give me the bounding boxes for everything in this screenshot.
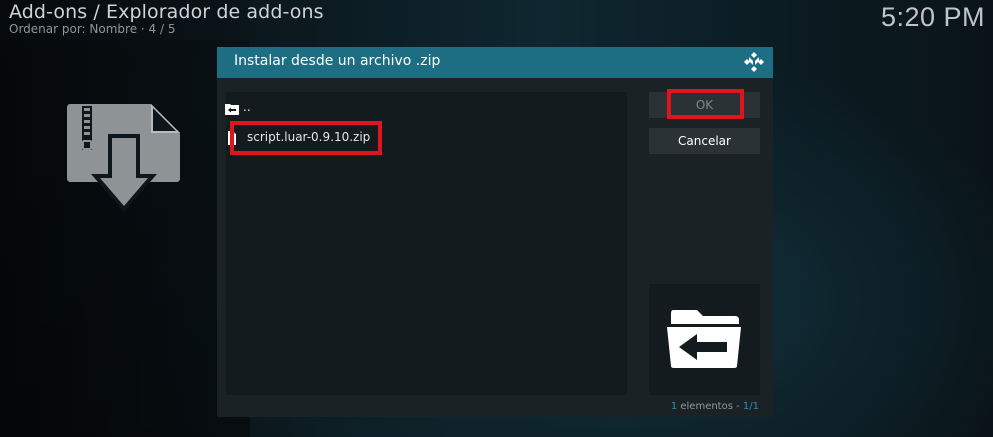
- background-left-panel: [0, 40, 250, 437]
- dialog-header: Instalar desde un archivo .zip: [217, 47, 773, 78]
- sort-info: Ordenar por: Nombre · 4 / 5: [9, 22, 176, 36]
- page-title: Add-ons / Explorador de add-ons: [9, 1, 324, 23]
- list-item-parent-folder[interactable]: ..: [225, 94, 605, 120]
- zip-install-icon: [67, 104, 181, 214]
- highlight-box-ok: [667, 89, 744, 119]
- list-item-label: ..: [243, 100, 251, 114]
- folder-back-icon: [667, 310, 741, 368]
- item-count-page: 1/1: [742, 401, 759, 412]
- item-count: 1 elementos - 1/1: [671, 401, 759, 412]
- parent-folder-icon: [225, 100, 243, 115]
- highlight-box-zip: [230, 121, 382, 155]
- dialog-title: Instalar desde un archivo .zip: [234, 53, 441, 69]
- kodi-logo-icon: [743, 51, 765, 73]
- item-count-text: elementos -: [677, 401, 743, 412]
- clock: 5:20 PM: [880, 2, 985, 32]
- folder-thumbnail: [649, 284, 760, 395]
- install-from-zip-dialog: Instalar desde un archivo .zip .. script…: [217, 47, 773, 417]
- cancel-button[interactable]: Cancelar: [649, 128, 760, 154]
